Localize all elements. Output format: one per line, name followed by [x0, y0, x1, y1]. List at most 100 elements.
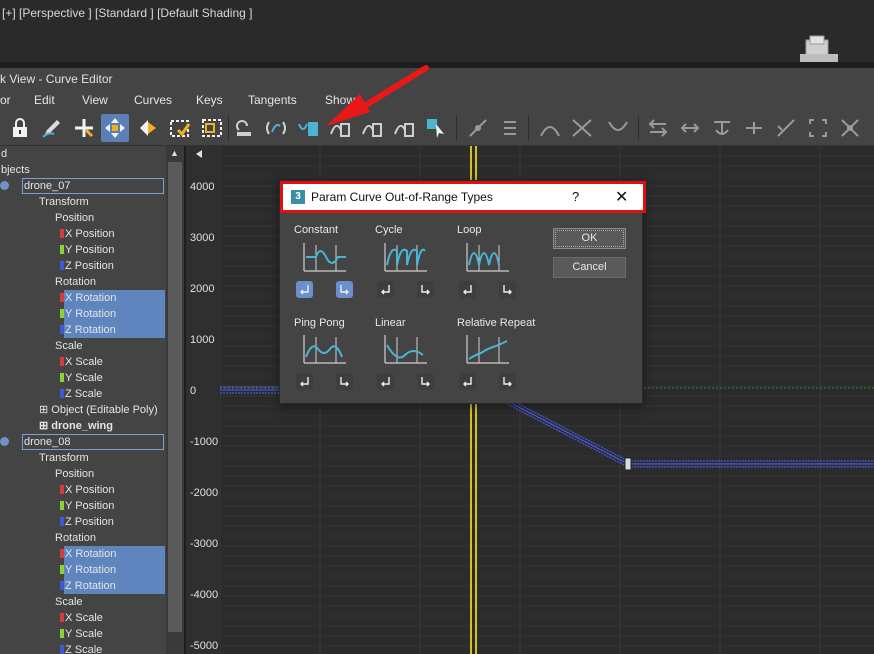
out-range-button[interactable] [499, 281, 516, 298]
tree-row-label: Z Rotation [64, 322, 165, 338]
break-tangents-icon[interactable] [772, 114, 800, 142]
tree-row[interactable]: X Rotation [0, 546, 166, 562]
toolbar-separator [228, 116, 229, 140]
tree-row[interactable]: X Position [0, 482, 166, 498]
tree-row[interactable]: Scale [0, 338, 166, 354]
snap-frames-icon[interactable] [496, 114, 524, 142]
cancel-button[interactable]: Cancel [553, 257, 626, 278]
snap-icon[interactable] [231, 114, 259, 142]
tree-row-label: Position [55, 468, 95, 480]
tree-row[interactable]: drone_08 [0, 434, 166, 450]
in-range-button[interactable] [377, 281, 394, 298]
tree-row[interactable]: Z Rotation [0, 322, 166, 338]
ok-button[interactable]: OK [553, 228, 626, 249]
scale-keys-icon[interactable] [134, 114, 162, 142]
constant-curve-icon[interactable] [302, 241, 348, 273]
loop-curve-icon[interactable] [465, 241, 511, 273]
tree-row[interactable]: Z Position [0, 514, 166, 530]
lock-icon[interactable] [6, 114, 34, 142]
tangent-step-icon[interactable] [676, 114, 704, 142]
tree-row[interactable]: Y Scale [0, 370, 166, 386]
tree-row[interactable]: X Position [0, 226, 166, 242]
out-range-button[interactable] [417, 373, 434, 390]
tree-row[interactable]: bjects [0, 162, 166, 178]
tree-row[interactable]: Scale [0, 594, 166, 610]
linear-curve-icon[interactable] [383, 333, 429, 365]
tree-row[interactable]: drone_07 [0, 178, 166, 194]
out-range-button[interactable] [336, 281, 353, 298]
menu-keys[interactable]: Keys [196, 93, 223, 107]
tree-row[interactable]: Z Rotation [0, 578, 166, 594]
slide-keys-icon[interactable] [101, 114, 129, 142]
tree-row-label: Rotation [55, 532, 96, 544]
in-range-button[interactable] [296, 281, 313, 298]
tree-row[interactable]: Y Scale [0, 626, 166, 642]
perspective-viewport[interactable]: [+] [Perspective ] [Standard ] [Default … [0, 0, 874, 62]
viewport-label[interactable]: [+] [Perspective ] [Standard ] [Default … [2, 6, 252, 20]
pingpong-curve-icon[interactable] [302, 333, 348, 365]
in-range-button[interactable] [377, 373, 394, 390]
menu-view[interactable]: View [82, 93, 108, 107]
tree-row[interactable]: Position [0, 466, 166, 482]
ease-curve-icon[interactable] [262, 114, 290, 142]
in-range-button[interactable] [459, 281, 476, 298]
tree-row[interactable]: Rotation [0, 530, 166, 546]
menu-curves[interactable]: Curves [134, 93, 172, 107]
tree-row-label: Z Rotation [64, 578, 165, 594]
app-icon: 3 [291, 190, 305, 204]
scroll-thumb[interactable] [168, 162, 182, 632]
relrepeat-curve-icon[interactable] [465, 333, 511, 365]
unify-tangents-icon[interactable] [836, 114, 864, 142]
tangent-icon[interactable] [464, 114, 492, 142]
tree-row-label: Z Scale [65, 388, 103, 400]
out-range-button[interactable] [417, 281, 434, 298]
menu-edit[interactable]: Edit [34, 93, 55, 107]
tree-row[interactable]: Y Position [0, 498, 166, 514]
tangent-fast-icon[interactable] [604, 114, 632, 142]
pencil-icon[interactable] [38, 114, 66, 142]
scroll-up-arrow[interactable]: ▲ [170, 148, 179, 158]
tree-row[interactable]: Z Position [0, 258, 166, 274]
tree-row-label: Y Position [65, 244, 115, 256]
tree-row-label: Scale [55, 596, 83, 608]
tree-scrollbar[interactable]: ▲ [166, 146, 184, 654]
y-tick-label: 0 [190, 385, 196, 397]
tree-row[interactable]: X Scale [0, 354, 166, 370]
region-scale-icon[interactable] [198, 114, 226, 142]
tangent-smooth-icon[interactable] [740, 114, 768, 142]
tree-row[interactable]: d [0, 146, 166, 162]
tree-row[interactable]: Rotation [0, 274, 166, 290]
move-key-icon[interactable] [70, 114, 98, 142]
tree-row[interactable]: Z Scale [0, 386, 166, 402]
in-range-button[interactable] [459, 373, 476, 390]
tree-row[interactable]: X Scale [0, 610, 166, 626]
out-of-range-type-label: Cycle [375, 224, 403, 236]
out-range-button[interactable] [336, 373, 353, 390]
tree-row[interactable]: Y Rotation [0, 562, 166, 578]
menu-tangents[interactable]: Tangents [248, 93, 297, 107]
tree-row-label: Transform [39, 452, 89, 464]
tangent-slow-icon[interactable] [644, 114, 672, 142]
tree-row[interactable]: ⊞ Object (Editable Poly) [0, 402, 166, 418]
frame-icon[interactable] [804, 114, 832, 142]
tree-row[interactable]: ⊞ drone_wing [0, 418, 166, 434]
tangent-auto-icon[interactable] [536, 114, 564, 142]
tree-row-label: ⊞ drone_wing [39, 420, 113, 432]
tree-row[interactable]: Y Position [0, 242, 166, 258]
out-range-button[interactable] [499, 373, 516, 390]
close-button[interactable]: ✕ [615, 187, 628, 207]
param-out-of-range-icon[interactable] [294, 114, 322, 142]
cycle-curve-icon[interactable] [383, 241, 429, 273]
tree-row[interactable]: Z Scale [0, 642, 166, 654]
in-range-button[interactable] [296, 373, 313, 390]
tree-row[interactable]: Y Rotation [0, 306, 166, 322]
help-button[interactable]: ? [572, 189, 579, 204]
region-select-icon[interactable] [166, 114, 194, 142]
menu-editor[interactable]: or [0, 93, 11, 107]
tangent-custom-icon[interactable] [568, 114, 596, 142]
tree-row[interactable]: Transform [0, 450, 166, 466]
tree-row[interactable]: X Rotation [0, 290, 166, 306]
tree-row[interactable]: Position [0, 210, 166, 226]
tangent-linear-icon[interactable] [708, 114, 736, 142]
tree-row[interactable]: Transform [0, 194, 166, 210]
